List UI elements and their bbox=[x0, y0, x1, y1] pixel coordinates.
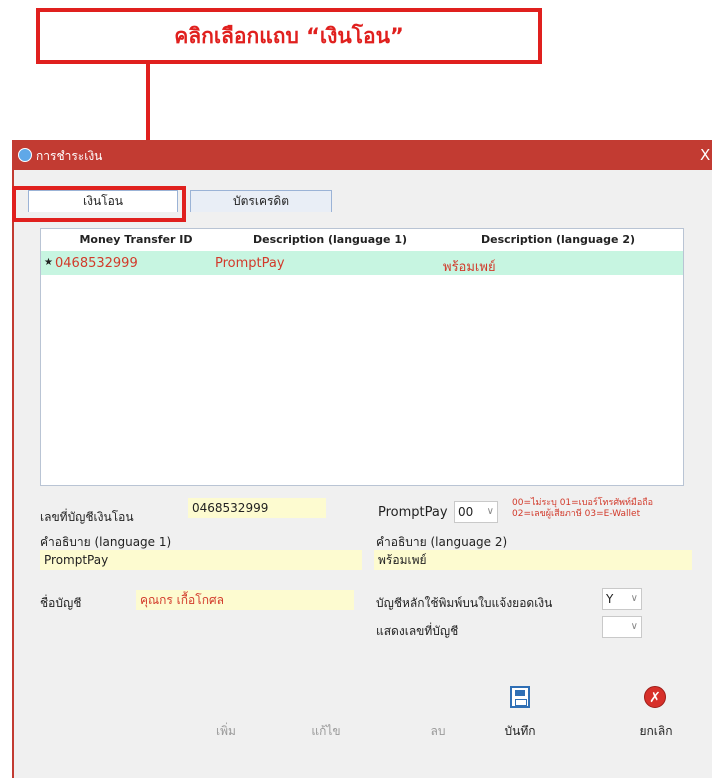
account-number-label: เลขที่บัญชีเงินโอน bbox=[40, 510, 134, 524]
tab-credit-card[interactable]: บัตรเครดิต bbox=[190, 190, 332, 212]
account-number-field[interactable]: 0468532999 bbox=[188, 498, 326, 518]
add-button[interactable]: เพิ่ม bbox=[196, 722, 256, 741]
account-name-label: ชื่อบัญชี bbox=[40, 596, 82, 610]
promptpay-type-value: 00 bbox=[458, 505, 474, 519]
column-header-desc2[interactable]: Description (language 2) bbox=[445, 233, 671, 246]
grid-header: Money Transfer ID Description (language … bbox=[41, 229, 683, 252]
promptpay-type-legend: 00=ไม่ระบุ 01=เบอร์โทรศัพท์มือถือ 02=เลข… bbox=[512, 498, 653, 520]
show-account-select[interactable]: ∨ bbox=[602, 616, 642, 638]
save-icon[interactable] bbox=[510, 686, 530, 708]
delete-button[interactable]: ลบ bbox=[408, 722, 468, 741]
promptpay-type-select[interactable]: 00 ∨ bbox=[454, 501, 498, 523]
instruction-text: คลิกเลือกแถบ “เงินโอน” bbox=[174, 23, 404, 48]
app-icon bbox=[18, 148, 32, 162]
promptpay-legend-line2: 02=เลขผู้เสียภาษี 03=E-Wallet bbox=[512, 509, 641, 519]
main-account-select[interactable]: Y ∨ bbox=[602, 588, 642, 610]
account-name-field[interactable]: คุณกร เกื้อโกศล bbox=[136, 590, 354, 610]
tab-highlight-frame bbox=[12, 186, 186, 222]
save-button[interactable]: บันทึก bbox=[490, 722, 550, 741]
show-account-label: แสดงเลขที่บัญชี bbox=[376, 624, 459, 638]
column-header-id[interactable]: Money Transfer ID bbox=[51, 233, 221, 246]
instruction-callout: คลิกเลือกแถบ “เงินโอน” bbox=[36, 8, 542, 64]
edit-button[interactable]: แก้ไข bbox=[296, 722, 356, 741]
promptpay-label: PromptPay bbox=[378, 505, 448, 520]
payment-window: การชำระเงิน X เงินโอน บัตรเครดิต Money T… bbox=[12, 140, 712, 778]
transfer-grid: Money Transfer ID Description (language … bbox=[40, 228, 684, 486]
window-title: การชำระเงิน bbox=[36, 149, 103, 163]
desc2-field[interactable]: พร้อมเพย์ bbox=[374, 550, 692, 570]
desc1-field[interactable]: PromptPay bbox=[40, 550, 362, 570]
chevron-down-icon: ∨ bbox=[630, 621, 638, 632]
cancel-icon[interactable]: ✗ bbox=[644, 686, 666, 708]
promptpay-legend-line1: 00=ไม่ระบุ 01=เบอร์โทรศัพท์มือถือ bbox=[512, 498, 654, 508]
title-bar: การชำระเงิน X bbox=[14, 140, 712, 170]
current-row-marker: ★ bbox=[44, 257, 53, 268]
table-row[interactable]: ★ 0468532999 PromptPay พร้อมเพย์ bbox=[41, 251, 683, 275]
cancel-button[interactable]: ยกเลิก bbox=[626, 722, 686, 741]
close-icon[interactable]: X bbox=[700, 144, 712, 166]
main-account-label: บัญชีหลักใช้พิมพ์บนใบแจ้งยอดเงิน bbox=[376, 596, 553, 610]
cell-desc2[interactable]: พร้อมเพย์ bbox=[443, 256, 496, 277]
chevron-down-icon: ∨ bbox=[486, 506, 494, 517]
main-account-value: Y bbox=[606, 592, 614, 606]
cell-transfer-id[interactable]: 0468532999 bbox=[55, 256, 138, 271]
column-header-desc1[interactable]: Description (language 1) bbox=[217, 233, 443, 246]
cell-desc1[interactable]: PromptPay bbox=[215, 256, 285, 271]
chevron-down-icon: ∨ bbox=[630, 593, 638, 604]
